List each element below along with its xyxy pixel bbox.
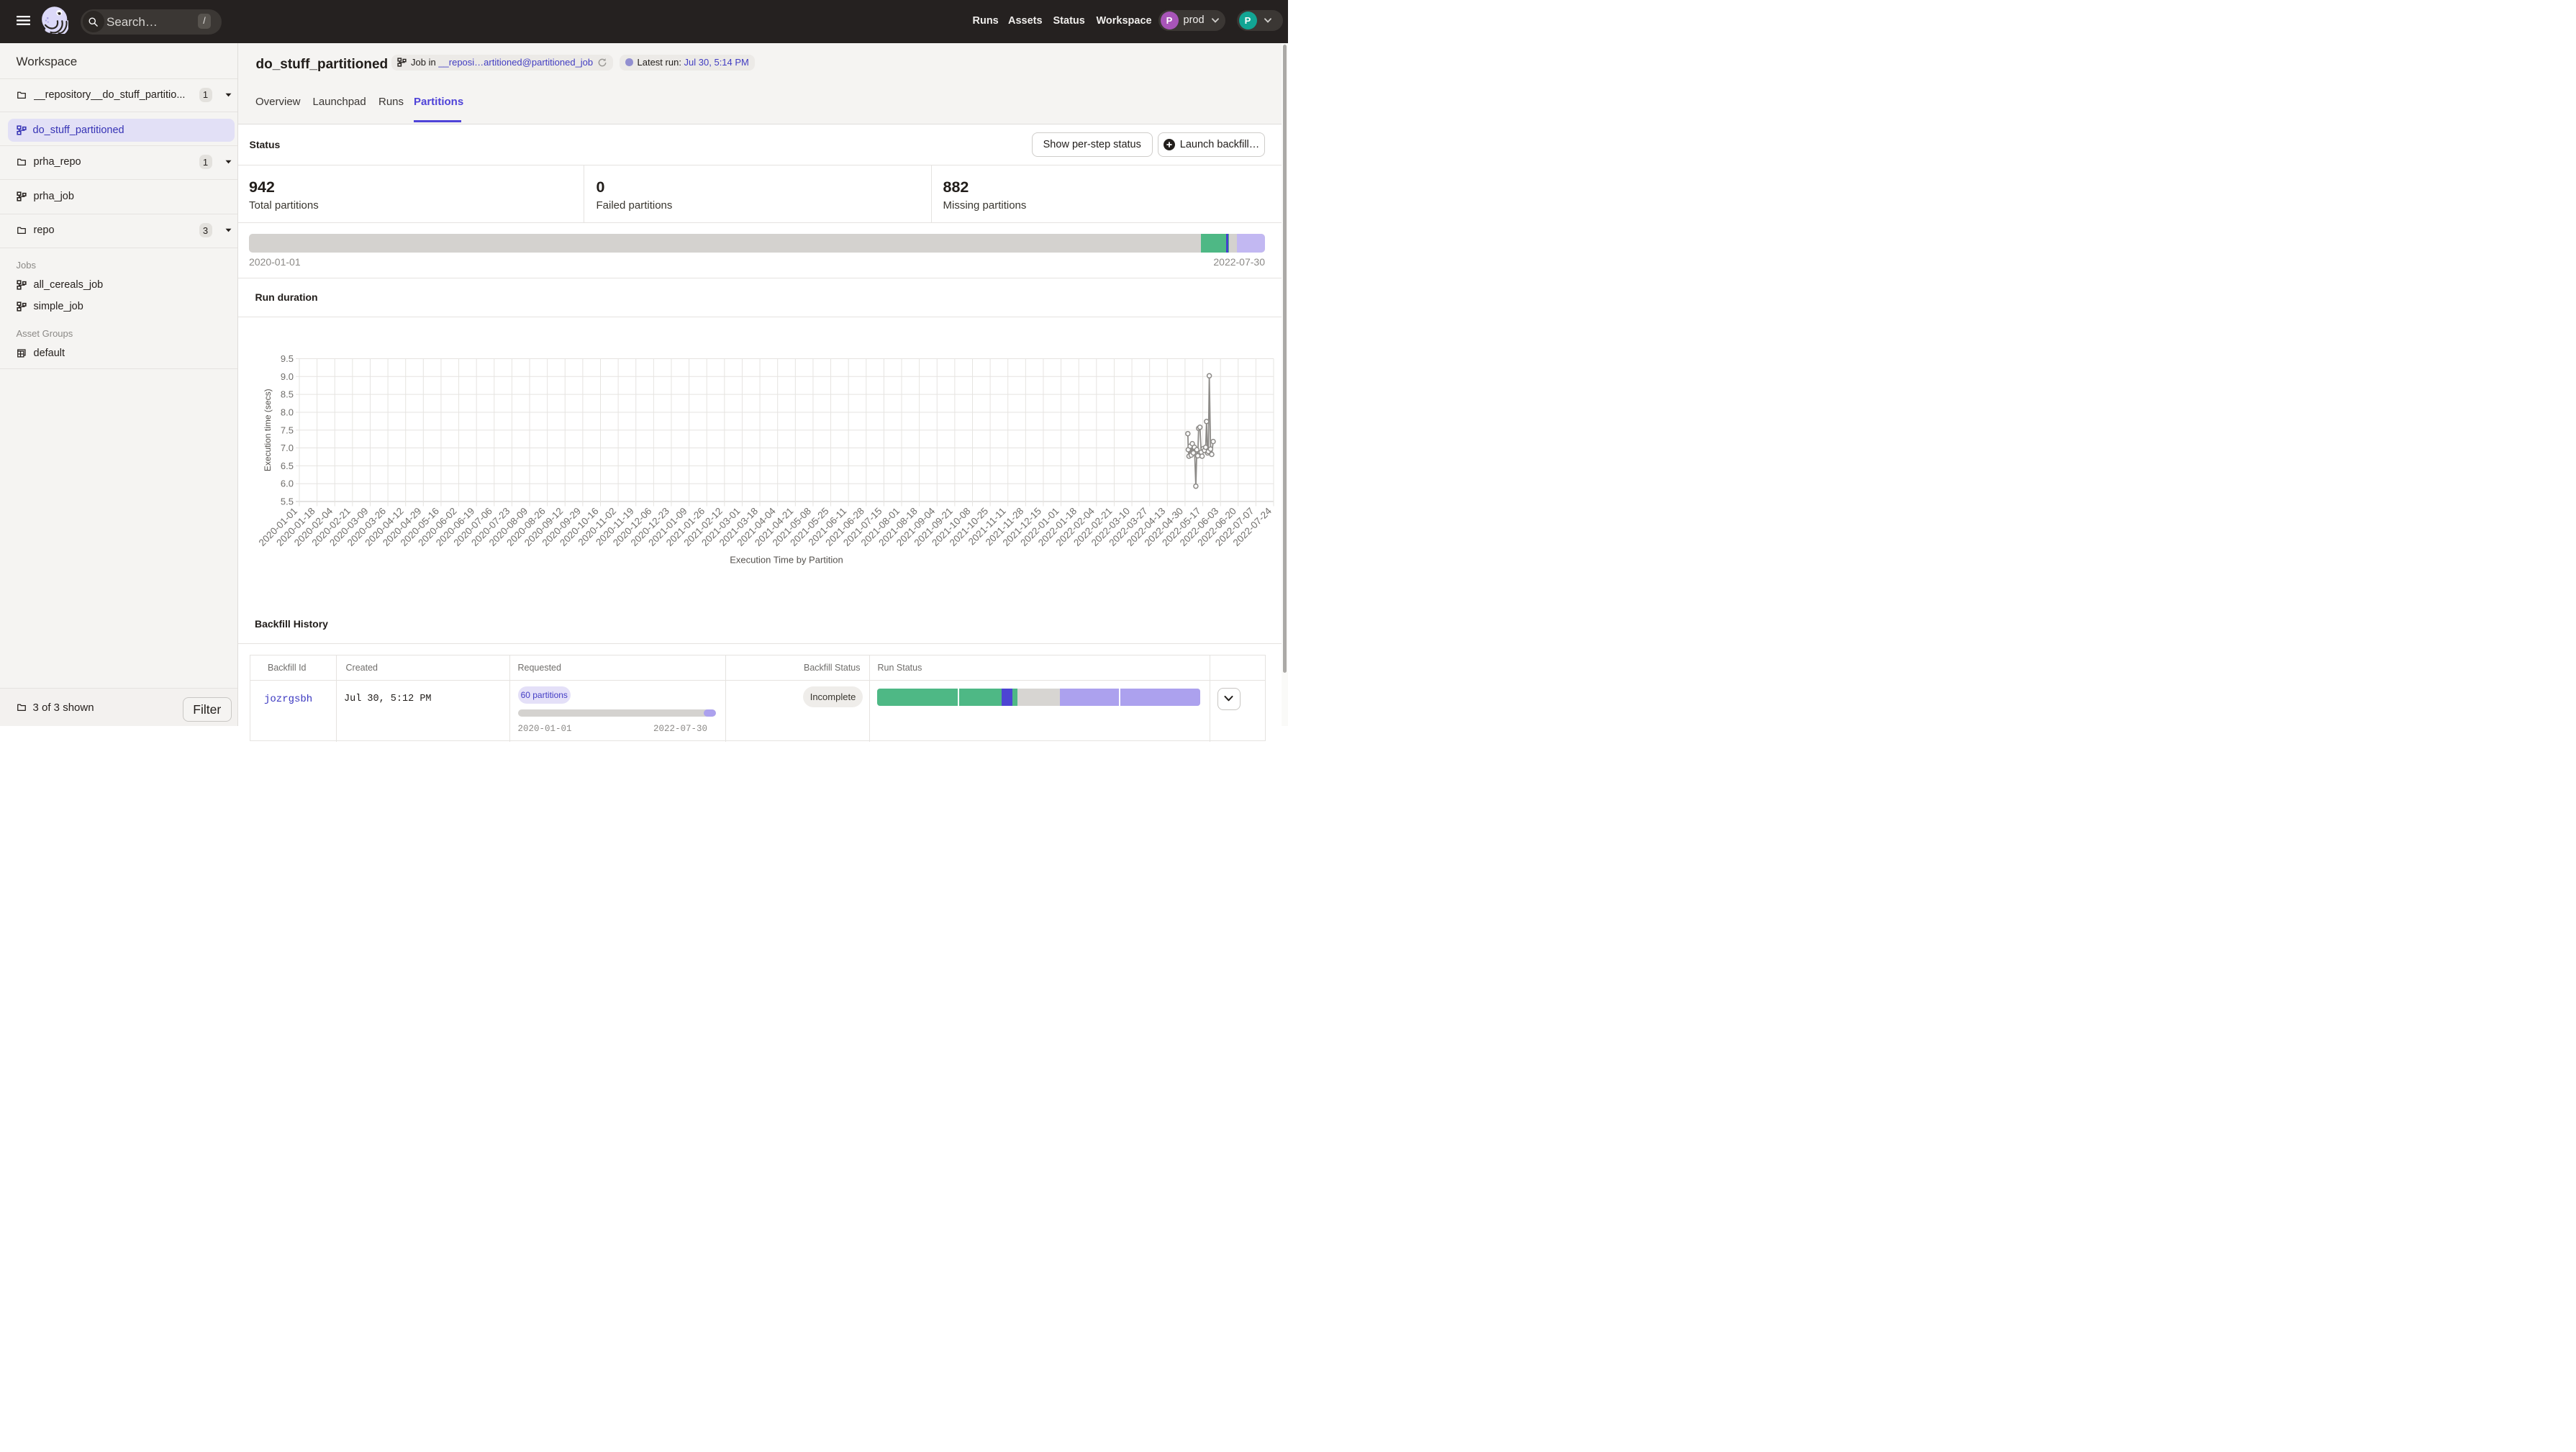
svg-text:Execution Time by Partition: Execution Time by Partition [730, 555, 843, 566]
svg-text:9.5: 9.5 [281, 353, 294, 364]
svg-text:7.5: 7.5 [281, 425, 294, 435]
svg-text:Execution time (secs): Execution time (secs) [263, 389, 273, 471]
svg-text:9.0: 9.0 [281, 371, 294, 382]
svg-text:7.0: 7.0 [281, 443, 294, 453]
svg-text:6.0: 6.0 [281, 478, 294, 489]
svg-text:6.5: 6.5 [281, 460, 294, 471]
svg-text:8.0: 8.0 [281, 407, 294, 417]
svg-text:5.5: 5.5 [281, 496, 294, 507]
svg-text:8.5: 8.5 [281, 389, 294, 400]
